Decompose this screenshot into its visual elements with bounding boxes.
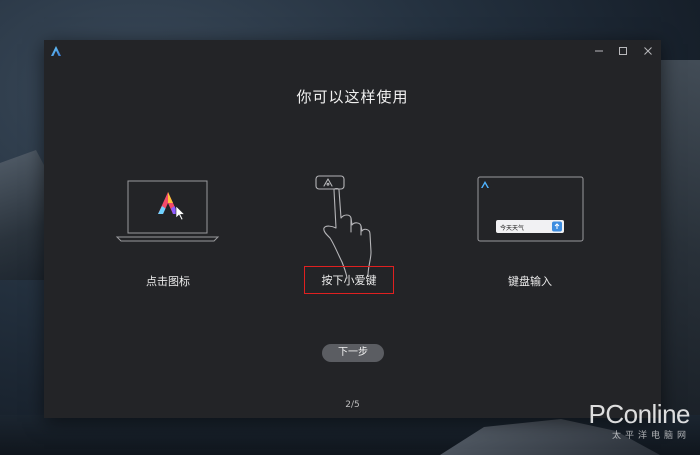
cursor-icon [175, 205, 186, 221]
close-icon [644, 47, 652, 55]
app-logo-icon [481, 181, 489, 188]
option-press-key-label[interactable]: 按下小爱键 [304, 266, 394, 294]
option-click-icon-label[interactable]: 点击图标 [128, 273, 208, 289]
minimize-icon [595, 50, 603, 52]
maximize-icon [619, 47, 627, 55]
maximize-button[interactable] [615, 43, 631, 59]
titlebar [44, 40, 661, 62]
page-indicator: 2/5 [345, 400, 360, 410]
watermark: PConline 太平洋电脑网 [588, 401, 690, 441]
minimize-button[interactable] [591, 43, 607, 59]
next-button[interactable]: 下一步 [322, 344, 384, 362]
page-title: 你可以这样使用 [296, 88, 409, 106]
app-logo-icon [51, 46, 61, 56]
option-keyboard-input-label[interactable]: 键盘输入 [470, 273, 590, 289]
close-button[interactable] [640, 43, 656, 59]
watermark-main: PConline [588, 399, 690, 429]
input-demo-text: 今天天气 [500, 225, 525, 232]
app-logo-icon [158, 192, 178, 214]
app-window: 你可以这样使用 今天天气 点击图标 按下小爱键 键盘输入 下一步 2/5 [44, 40, 661, 418]
watermark-sub: 太平洋电脑网 [611, 431, 690, 441]
